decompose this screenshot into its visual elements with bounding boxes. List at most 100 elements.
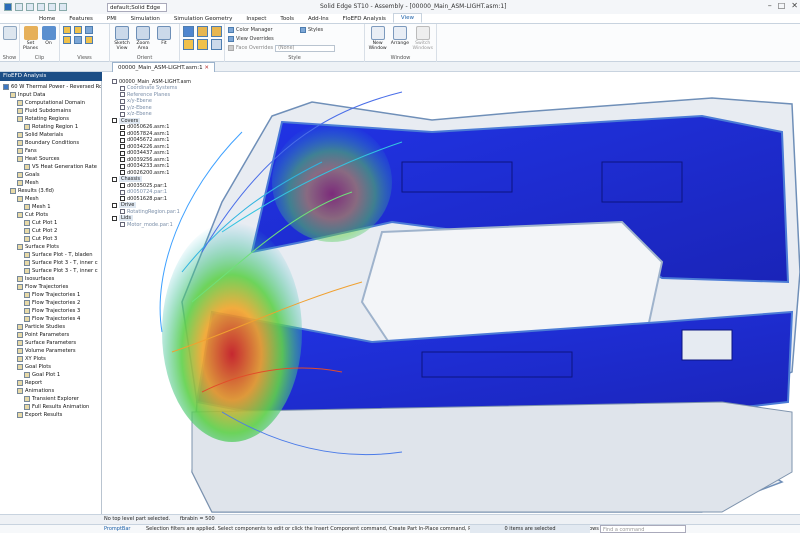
visibility-checkbox[interactable]: [120, 124, 125, 130]
tree-item[interactable]: Cut Plot 1: [24, 219, 57, 227]
tab-simulation-geometry[interactable]: Simulation Geometry: [167, 15, 239, 23]
tree-item[interactable]: Goal Plots: [17, 363, 51, 371]
visibility-checkbox[interactable]: [112, 176, 117, 182]
tree-item[interactable]: Boundary Conditions: [17, 139, 79, 147]
color-manager-button[interactable]: Color Manager: [228, 26, 273, 34]
shaded-icon[interactable]: [183, 26, 194, 37]
tree-item[interactable]: Rotating Region 1: [24, 123, 78, 131]
tree-item[interactable]: Solid Materials: [17, 131, 63, 139]
tree-item[interactable]: Mesh: [17, 195, 39, 203]
tree-item[interactable]: Flow Trajectories 3: [24, 307, 80, 315]
visibility-checkbox[interactable]: [120, 196, 125, 201]
tree-item[interactable]: Flow Trajectories 1: [24, 291, 80, 299]
tree-item[interactable]: Mesh 1: [24, 203, 51, 211]
tab-add-ins[interactable]: Add-Ins: [301, 15, 336, 23]
tree-item[interactable]: Surface Plot 3 - T, inner c: [24, 267, 98, 275]
graphics-viewport[interactable]: [102, 72, 800, 514]
tree-item[interactable]: Flow Trajectories 2: [24, 299, 80, 307]
tree-item[interactable]: Export Results: [17, 411, 62, 419]
open-file-icon[interactable]: [26, 3, 34, 11]
tab-home[interactable]: Home: [32, 15, 62, 23]
fit-button[interactable]: Fit: [155, 26, 173, 46]
tree-item[interactable]: Computational Domain: [17, 99, 85, 107]
close-document-icon[interactable]: ✕: [204, 65, 209, 71]
visibility-checkbox[interactable]: [120, 209, 125, 214]
visibility-checkbox[interactable]: [120, 163, 125, 169]
tree-item[interactable]: Surface Plot 3 - T, inner c: [24, 259, 98, 267]
tree-item[interactable]: VS Heat Generation Rate: [24, 163, 97, 171]
view-overrides-button[interactable]: View Overrides: [228, 35, 274, 43]
iso-view-icon[interactable]: [63, 36, 71, 44]
zoom-area-button[interactable]: Zoom Area: [134, 26, 152, 51]
shaded-edges-icon[interactable]: [197, 26, 208, 37]
document-tab[interactable]: 00000_Main_ASM-LIGHT.asm:1 ✕: [112, 62, 215, 72]
visibility-checkbox[interactable]: [120, 98, 125, 104]
tree-item[interactable]: Fans: [17, 147, 37, 155]
visibility-checkbox[interactable]: [112, 202, 117, 208]
set-planes-button[interactable]: Set Planes: [23, 26, 38, 51]
trimetric-view-icon[interactable]: [85, 36, 93, 44]
maximize-icon[interactable]: □: [778, 1, 786, 10]
tree-item[interactable]: XY Plots: [17, 355, 46, 363]
tree-item[interactable]: 60 W Thermal Power - Reversed Rotat: [3, 83, 101, 91]
tree-item[interactable]: Particle Studies: [17, 323, 65, 331]
tree-item[interactable]: Goals: [17, 171, 40, 179]
quick-select-dropdown[interactable]: default;Solid Edge: [107, 2, 167, 12]
right-view-icon[interactable]: [85, 26, 93, 34]
visibility-checkbox[interactable]: [120, 144, 125, 149]
close-icon[interactable]: ✕: [791, 1, 798, 10]
visibility-checkbox[interactable]: [120, 150, 125, 156]
show-button[interactable]: [3, 26, 17, 41]
wireframe-icon[interactable]: [211, 26, 222, 37]
pathfinder-item[interactable]: Motor_mode.par:1: [120, 221, 173, 228]
visibility-checkbox[interactable]: [120, 105, 125, 110]
arrange-button[interactable]: Arrange: [390, 26, 409, 46]
tab-features[interactable]: Features: [62, 15, 100, 23]
styles-button[interactable]: Styles: [300, 26, 323, 34]
tree-item[interactable]: Transient Explorer: [24, 395, 79, 403]
visibility-checkbox[interactable]: [120, 170, 125, 175]
tree-item[interactable]: Fluid Subdomains: [17, 107, 71, 115]
tree-item[interactable]: Rotating Regions: [17, 115, 69, 123]
visibility-checkbox[interactable]: [120, 137, 125, 143]
visibility-checkbox[interactable]: [112, 118, 117, 123]
tree-item[interactable]: Heat Sources: [17, 155, 59, 163]
clip-on-button[interactable]: On: [41, 26, 56, 46]
tree-item[interactable]: Flow Trajectories 4: [24, 315, 80, 323]
tree-item[interactable]: Volume Parameters: [17, 347, 76, 355]
tree-item[interactable]: Cut Plots: [17, 211, 48, 219]
tree-item[interactable]: Full Results Animation: [24, 403, 89, 411]
visibility-checkbox[interactable]: [112, 215, 117, 221]
tree-item[interactable]: Input Data: [10, 91, 45, 99]
undo-icon[interactable]: [48, 3, 56, 11]
visibility-checkbox[interactable]: [112, 79, 117, 84]
new-window-button[interactable]: New Window: [368, 26, 387, 51]
tree-item[interactable]: Results (3.fld): [10, 187, 54, 195]
visibility-checkbox[interactable]: [120, 92, 125, 97]
app-logo-icon[interactable]: [4, 3, 12, 11]
tab-view[interactable]: View: [392, 13, 422, 23]
visibility-checkbox[interactable]: [120, 157, 125, 162]
visibility-checkbox[interactable]: [120, 183, 125, 188]
switch-windows-button[interactable]: Switch Windows: [413, 26, 433, 51]
visibility-checkbox[interactable]: [120, 85, 125, 91]
visibility-checkbox[interactable]: [120, 222, 125, 227]
visible-edges-icon[interactable]: [183, 39, 194, 50]
tree-item[interactable]: Flow Trajectories: [17, 283, 68, 291]
face-overrides-dropdown[interactable]: (None): [275, 44, 336, 52]
front-view-icon[interactable]: [63, 26, 71, 34]
visibility-checkbox[interactable]: [120, 111, 125, 117]
tree-item[interactable]: Goal Plot 1: [24, 371, 60, 379]
tab-pmi[interactable]: PMI: [100, 15, 124, 23]
tree-item[interactable]: Surface Plots: [17, 243, 59, 251]
visibility-checkbox[interactable]: [120, 189, 125, 195]
dimetric-view-icon[interactable]: [74, 36, 82, 44]
new-file-icon[interactable]: [15, 3, 23, 11]
command-search-input[interactable]: Find a command: [600, 525, 686, 533]
tree-item[interactable]: Isosurfaces: [17, 275, 54, 283]
tree-item[interactable]: Surface Parameters: [17, 339, 76, 347]
visibility-checkbox[interactable]: [120, 131, 125, 136]
hidden-edges-icon[interactable]: [197, 39, 208, 50]
tree-item[interactable]: Mesh: [17, 179, 39, 187]
tab-tools[interactable]: Tools: [273, 15, 301, 23]
